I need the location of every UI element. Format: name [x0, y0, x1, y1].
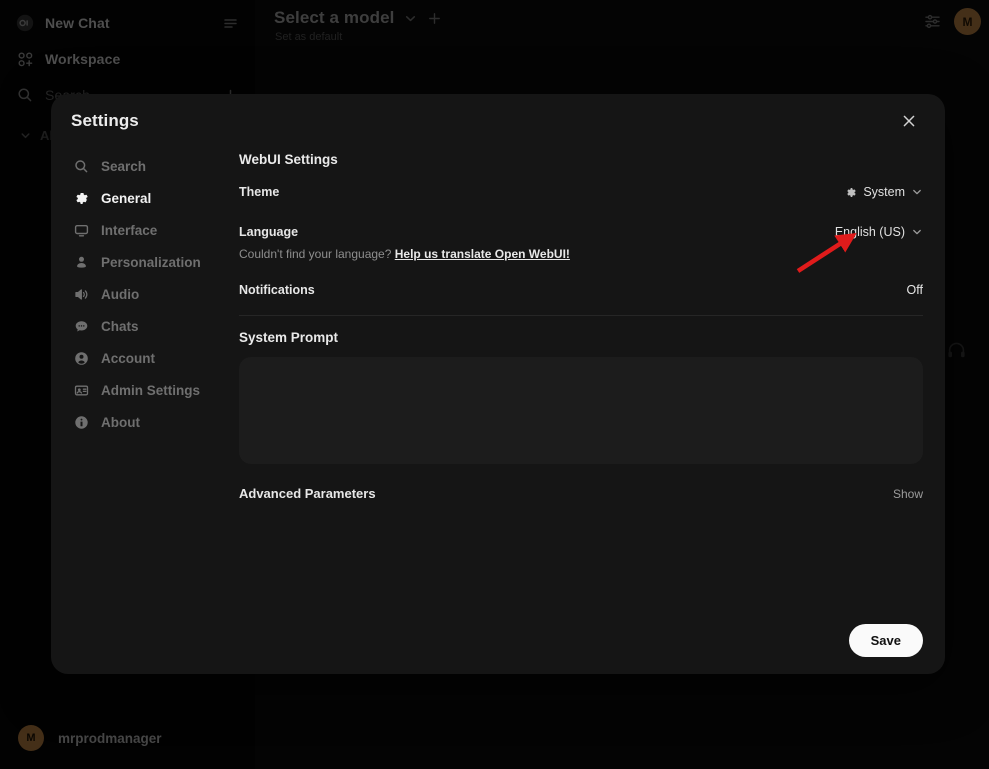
settings-nav: Search General Interface Personalization… — [51, 148, 223, 674]
language-label: Language — [239, 225, 299, 239]
settings-nav-audio[interactable]: Audio — [65, 278, 223, 310]
monitor-icon — [73, 222, 90, 239]
settings-general-panel: WebUI Settings Theme System Language Eng… — [223, 148, 945, 674]
nav-label: Search — [101, 158, 147, 174]
user-circle-icon — [73, 350, 90, 367]
settings-nav-chats[interactable]: Chats — [65, 310, 223, 342]
dialog-title: Settings — [71, 111, 139, 130]
settings-nav-about[interactable]: About — [65, 406, 223, 438]
person-icon — [73, 254, 90, 271]
speaker-icon — [73, 286, 90, 303]
language-help-text: Couldn't find your language? Help us tra… — [239, 245, 923, 265]
chevron-down-icon — [911, 186, 923, 198]
notifications-value[interactable]: Off — [907, 283, 923, 297]
language-help-question: Couldn't find your language? — [239, 247, 392, 261]
notifications-label: Notifications — [239, 283, 315, 297]
language-value: English (US) — [834, 225, 905, 239]
nav-label: About — [101, 414, 140, 430]
theme-label: Theme — [239, 185, 280, 199]
section-title-webui-settings: WebUI Settings — [239, 152, 338, 167]
language-select[interactable]: English (US) — [835, 225, 923, 239]
nav-label: Admin Settings — [101, 382, 201, 398]
app-root: New Chat Workspace — [0, 0, 989, 769]
search-icon — [73, 158, 90, 175]
gear-icon — [844, 186, 857, 199]
settings-nav-general[interactable]: General — [65, 182, 223, 214]
gear-icon — [73, 190, 90, 207]
translate-link[interactable]: Help us translate Open WebUI! — [395, 247, 570, 261]
advanced-parameters-row: Advanced Parameters Show — [239, 486, 923, 501]
settings-nav-personalization[interactable]: Personalization — [65, 246, 223, 278]
theme-value: System — [863, 185, 905, 199]
theme-select[interactable]: System — [844, 185, 923, 199]
settings-nav-interface[interactable]: Interface — [65, 214, 223, 246]
nav-label: General — [101, 190, 152, 206]
nav-label: Personalization — [101, 254, 201, 270]
info-icon — [73, 414, 90, 431]
theme-row: Theme System — [239, 179, 923, 205]
advanced-parameters-toggle[interactable]: Show — [893, 487, 923, 501]
nav-label: Account — [101, 350, 155, 366]
nav-label: Chats — [101, 318, 139, 334]
dialog-header: Settings — [51, 94, 945, 148]
close-icon[interactable] — [901, 113, 917, 129]
settings-nav-search[interactable]: Search — [65, 150, 223, 182]
settings-dialog: Settings Search General Interface Person… — [51, 94, 945, 674]
nav-label: Audio — [101, 286, 140, 302]
section-title-system-prompt: System Prompt — [239, 330, 339, 345]
chat-bubble-icon — [73, 318, 90, 335]
settings-nav-account[interactable]: Account — [65, 342, 223, 374]
system-prompt-input[interactable] — [239, 357, 923, 464]
advanced-parameters-label: Advanced Parameters — [239, 486, 376, 501]
notifications-row[interactable]: Notifications Off — [239, 277, 923, 303]
language-row: Language English (US) — [239, 219, 923, 245]
nav-label: Interface — [101, 222, 158, 238]
id-card-icon — [73, 382, 90, 399]
section-divider — [239, 315, 923, 316]
save-button[interactable]: Save — [848, 624, 923, 657]
settings-nav-admin-settings[interactable]: Admin Settings — [65, 374, 223, 406]
chevron-down-icon — [911, 226, 923, 238]
